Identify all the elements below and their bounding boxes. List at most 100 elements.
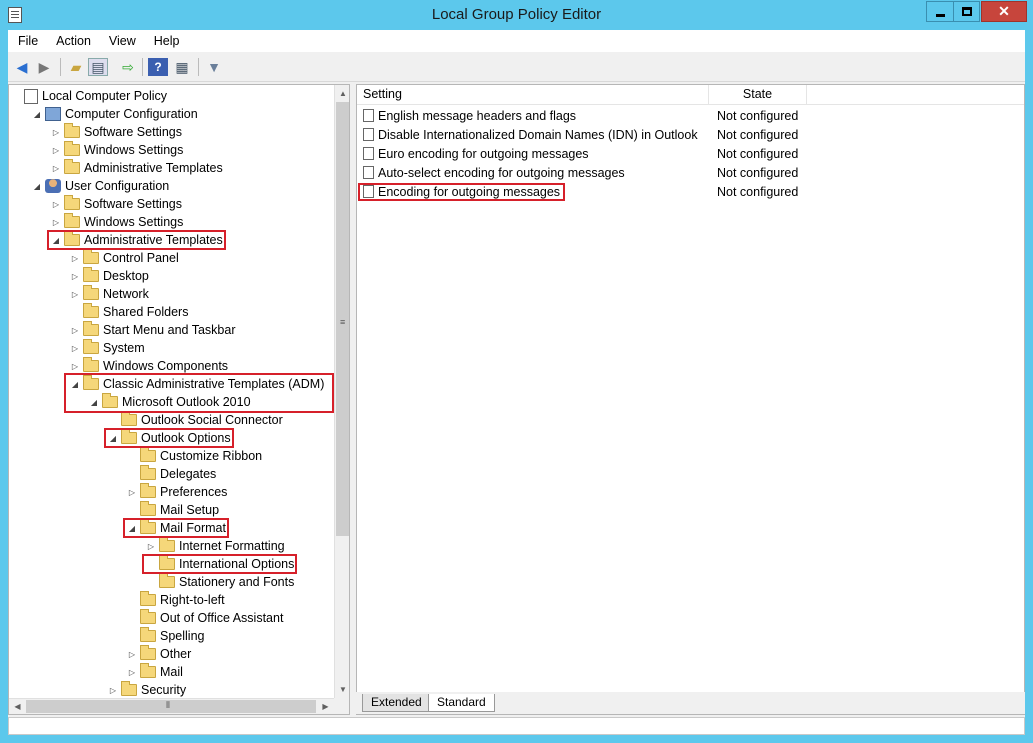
collapse-arrow-icon[interactable]: ◢ (107, 434, 119, 443)
scroll-up-icon[interactable]: ▲ (335, 85, 349, 102)
expand-arrow-icon[interactable]: ▷ (107, 686, 119, 695)
setting-row[interactable]: Euro encoding for outgoing messages Not c… (357, 144, 1024, 163)
tree-item[interactable]: ◢ Classic Administrative Templates (ADM) (69, 375, 324, 393)
tree-item[interactable]: ▷ Internet Formatting (145, 537, 285, 555)
tree-item[interactable]: ▷ Windows Components (69, 357, 228, 375)
column-header-setting[interactable]: Setting (357, 85, 709, 105)
column-header-state[interactable]: State (709, 85, 807, 105)
tree-item[interactable]: ◢ User Configuration (31, 177, 169, 195)
filter-icon[interactable]: ▼ (204, 58, 224, 76)
minimize-button[interactable] (926, 1, 953, 22)
expand-arrow-icon[interactable]: ▷ (126, 668, 138, 677)
tree-horizontal-scrollbar[interactable]: ◀ ⦀ ▶ (9, 698, 334, 714)
tab-extended[interactable]: Extended (362, 694, 431, 712)
tree-pane[interactable]: Local Computer Policy ◢ Computer Configura… (8, 84, 350, 715)
setting-row[interactable]: Disable Internationalized Domain Names (… (357, 125, 1024, 144)
folder-icon (83, 303, 99, 318)
tree-item[interactable]: ▷ Network (69, 285, 149, 303)
scroll-thumb[interactable]: ⦀ (26, 700, 316, 713)
tree-item[interactable]: Stationery and Fonts (145, 573, 294, 591)
tree-item[interactable]: Spelling (126, 627, 204, 645)
expand-arrow-icon[interactable]: ▷ (50, 146, 62, 155)
tree-item[interactable]: ◢ Microsoft Outlook 2010 (88, 393, 251, 411)
expand-arrow-icon[interactable]: ▷ (50, 200, 62, 209)
show-hide-tree-icon[interactable]: ▤ (88, 58, 108, 76)
tree-item[interactable]: ▷ Software Settings (50, 195, 182, 213)
expand-arrow-icon[interactable]: ▷ (50, 218, 62, 227)
tree-item[interactable]: ▷ Security (107, 681, 186, 699)
collapse-arrow-icon[interactable]: ◢ (31, 182, 43, 191)
tree-item-label: Outlook Social Connector (141, 413, 283, 427)
menu-view[interactable]: View (99, 34, 144, 48)
tree-item[interactable]: ▷ Mail (126, 663, 183, 681)
tree-item-label: Local Computer Policy (42, 89, 168, 103)
tab-standard[interactable]: Standard (428, 694, 495, 712)
close-button[interactable]: ✕ (981, 1, 1027, 22)
up-folder-icon[interactable]: ▰ (66, 58, 86, 76)
collapse-arrow-icon[interactable]: ◢ (69, 380, 81, 389)
setting-row[interactable]: Encoding for outgoing messages Not config… (357, 182, 1024, 201)
tree-item[interactable]: Customize Ribbon (126, 447, 262, 465)
back-arrow-icon[interactable]: ◀ (12, 58, 32, 76)
expand-arrow-icon[interactable]: ▷ (69, 326, 81, 335)
tree-item[interactable]: ▷ Control Panel (69, 249, 179, 267)
tree-item[interactable]: ▷ Software Settings (50, 123, 182, 141)
expand-arrow-icon[interactable]: ▷ (69, 362, 81, 371)
tree-item[interactable]: ◢ Outlook Options (107, 429, 231, 447)
tree-item[interactable]: Mail Setup (126, 501, 219, 519)
help-icon[interactable]: ? (148, 58, 168, 76)
tree-item-label: Right-to-left (160, 593, 225, 607)
tree-item[interactable]: ▷ Windows Settings (50, 141, 183, 159)
tree-item[interactable]: Shared Folders (69, 303, 188, 321)
tree-item[interactable]: ◢ Administrative Templates (50, 231, 223, 249)
collapse-arrow-icon[interactable]: ◢ (31, 110, 43, 119)
expand-arrow-icon[interactable]: ▷ (50, 164, 62, 173)
tree-item[interactable]: Local Computer Policy (12, 87, 167, 105)
menu-action[interactable]: Action (46, 34, 99, 48)
scroll-down-icon[interactable]: ▼ (335, 681, 349, 698)
scroll-thumb[interactable]: ≡ (336, 102, 349, 536)
expand-arrow-icon[interactable]: ▷ (50, 128, 62, 137)
folder-icon (140, 591, 156, 606)
tree-item[interactable]: ▷ Preferences (126, 483, 227, 501)
title-bar[interactable]: Local Group Policy Editor ✕ (0, 0, 1033, 30)
tree-item[interactable]: Outlook Social Connector (107, 411, 283, 429)
expand-arrow-icon[interactable]: ▷ (69, 344, 81, 353)
tree-item[interactable]: ▷ Windows Settings (50, 213, 183, 231)
expand-arrow-icon[interactable]: ▷ (126, 650, 138, 659)
tree-item[interactable]: International Options (145, 555, 294, 573)
maximize-button[interactable] (953, 1, 980, 22)
tree-item[interactable]: Right-to-left (126, 591, 225, 609)
collapse-arrow-icon[interactable]: ◢ (50, 236, 62, 245)
menu-help[interactable]: Help (144, 34, 188, 48)
tree-item[interactable]: Out of Office Assistant (126, 609, 283, 627)
expand-arrow-icon[interactable]: ▷ (69, 290, 81, 299)
setting-row[interactable]: English message headers and flags Not con… (357, 106, 1024, 125)
expand-arrow-icon[interactable]: ▷ (145, 542, 157, 551)
setting-row[interactable]: Auto-select encoding for outgoing messag… (357, 163, 1024, 182)
properties-icon[interactable]: ▦ (172, 58, 192, 76)
collapse-arrow-icon[interactable]: ◢ (126, 524, 138, 533)
tree-item[interactable]: ◢ Computer Configuration (31, 105, 198, 123)
expand-arrow-icon[interactable]: ▷ (69, 254, 81, 263)
tree-item[interactable]: Delegates (126, 465, 216, 483)
tree-item[interactable]: ▷ Start Menu and Taskbar (69, 321, 235, 339)
folder-icon (140, 483, 156, 498)
scroll-left-icon[interactable]: ◀ (9, 699, 26, 714)
tree-item[interactable]: ▷ Administrative Templates (50, 159, 223, 177)
tree-item[interactable]: ▷ System (69, 339, 145, 357)
tree-item[interactable]: ▷ Desktop (69, 267, 149, 285)
scroll-right-icon[interactable]: ▶ (317, 699, 334, 714)
collapse-arrow-icon[interactable]: ◢ (88, 398, 100, 407)
policy-setting-icon (363, 128, 374, 141)
folder-icon (140, 447, 156, 462)
forward-arrow-icon[interactable]: ▶ (34, 58, 54, 76)
tree-item[interactable]: ◢ Mail Format (126, 519, 226, 537)
tree-item[interactable]: ▷ Other (126, 645, 191, 663)
expand-arrow-icon[interactable]: ▷ (126, 488, 138, 497)
menu-file[interactable]: File (8, 34, 46, 48)
tree-item-label: Mail Setup (160, 503, 220, 517)
tree-vertical-scrollbar[interactable]: ▲ ≡ ▼ (334, 85, 349, 698)
expand-arrow-icon[interactable]: ▷ (69, 272, 81, 281)
export-list-icon[interactable]: ⇨ (118, 58, 138, 76)
